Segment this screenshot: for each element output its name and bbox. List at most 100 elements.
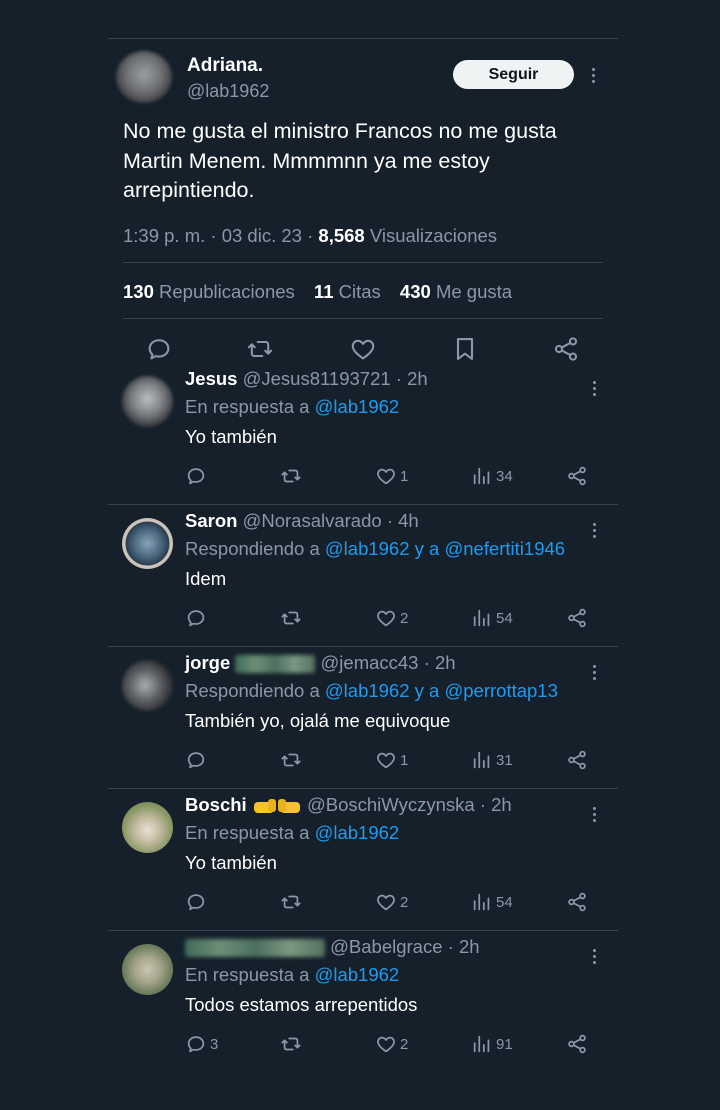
reply-age[interactable]: 2h <box>459 936 480 957</box>
reply-handle[interactable]: @BoschiWyczynska <box>307 794 475 815</box>
meta-separator: · <box>479 794 486 815</box>
follow-button[interactable]: Seguir <box>453 60 574 89</box>
avatar[interactable] <box>122 376 173 427</box>
avatar[interactable] <box>122 802 173 853</box>
views-action[interactable]: 31 <box>471 748 513 772</box>
reply-action[interactable] <box>185 464 210 488</box>
reply-handle[interactable]: @Jesus81193721 <box>243 368 391 389</box>
reply-action[interactable]: 3 <box>185 1032 218 1056</box>
likes-label: Me gusta <box>435 281 513 302</box>
reply-age[interactable]: 2h <box>435 652 456 673</box>
author-avatar[interactable] <box>116 51 172 103</box>
meta-separator: · <box>447 936 454 957</box>
reply-context-link[interactable]: @lab1962 y a @nefertiti1946 <box>325 538 565 559</box>
reply-context-link[interactable]: @lab1962 <box>315 822 400 843</box>
quotes-stat[interactable]: 11 Citas <box>314 281 381 302</box>
reply-display-name[interactable]: jorge <box>185 652 230 673</box>
reply-text: También yo, ojalá me equivoque <box>185 710 451 731</box>
reply-display-name[interactable]: Boschi <box>185 794 247 815</box>
reply-action-bar: 1 34 <box>185 464 605 488</box>
reply-display-name[interactable]: Saron <box>185 510 237 531</box>
share-action[interactable] <box>566 748 591 772</box>
like-count: 1 <box>400 467 409 485</box>
reply-icon <box>187 752 205 769</box>
more-options-icon[interactable] <box>586 662 602 684</box>
bookmark-icon[interactable] <box>451 335 479 363</box>
reply-action-bar: 2 54 <box>185 890 605 914</box>
more-options-icon[interactable] <box>586 946 602 968</box>
reply-icon[interactable] <box>145 335 173 363</box>
reply-age[interactable]: 2h <box>491 794 512 815</box>
reply-action[interactable] <box>185 890 210 914</box>
avatar[interactable] <box>122 518 173 569</box>
views-icon <box>473 893 490 911</box>
share-action[interactable] <box>566 890 591 914</box>
author-display-name[interactable]: Adriana. <box>187 55 263 77</box>
reply-text: Todos estamos arrepentidos <box>185 994 418 1015</box>
reply-count: 3 <box>210 1035 219 1053</box>
like-action[interactable]: 2 <box>375 606 408 630</box>
reposts-label: Republicaciones <box>159 281 295 302</box>
like-action[interactable]: 1 <box>375 464 408 488</box>
reply-display-name[interactable]: Jesus <box>185 368 237 389</box>
reply-action[interactable] <box>185 748 210 772</box>
like-icon[interactable] <box>349 335 377 363</box>
reply-action[interactable] <box>185 606 210 630</box>
share-icon <box>568 466 586 486</box>
repost-action[interactable] <box>280 1032 305 1056</box>
like-icon <box>377 894 395 911</box>
reply-context-link[interactable]: @lab1962 <box>315 396 400 417</box>
like-count: 2 <box>400 609 409 627</box>
redacted-name <box>185 939 325 958</box>
views-icon <box>473 467 490 485</box>
repost-action[interactable] <box>280 606 305 630</box>
reposts-count: 130 <box>123 281 154 302</box>
view-count: 91 <box>496 1035 513 1053</box>
reply-context: Respondiendo a @lab1962 y a @nefertiti19… <box>185 538 565 560</box>
share-action[interactable] <box>566 606 591 630</box>
repost-action[interactable] <box>280 748 305 772</box>
repost-icon[interactable] <box>246 335 274 363</box>
author-handle[interactable]: @lab1962 <box>187 81 269 102</box>
avatar[interactable] <box>122 660 173 711</box>
like-icon <box>377 1036 395 1053</box>
views-action[interactable]: 34 <box>471 464 513 488</box>
more-options-icon[interactable] <box>586 520 602 542</box>
views-action[interactable]: 54 <box>471 890 513 914</box>
repost-action[interactable] <box>280 464 305 488</box>
reply-header: Boschi @BoschiWyczynska · 2h <box>185 794 512 816</box>
reposts-stat[interactable]: 130 Republicaciones <box>123 281 295 302</box>
post-text: No me gusta el ministro Francos no me gu… <box>123 119 557 202</box>
reply-handle[interactable]: @Babelgrace <box>330 936 442 957</box>
like-icon <box>377 752 395 769</box>
more-options-icon[interactable] <box>586 804 602 826</box>
post-author[interactable]: Adriana. @lab1962 Seguir <box>108 51 618 105</box>
avatar[interactable] <box>122 944 173 995</box>
reply-context-link[interactable]: @lab1962 <box>315 964 400 985</box>
reply-context: En respuesta a @lab1962 <box>185 822 399 844</box>
likes-stat[interactable]: 430 Me gusta <box>400 281 512 302</box>
divider <box>123 318 603 319</box>
repost-icon <box>281 753 301 767</box>
views-icon <box>473 609 490 627</box>
post-time[interactable]: 1:39 p. m. <box>123 225 205 246</box>
share-icon[interactable] <box>552 335 580 363</box>
reply-context-link[interactable]: @lab1962 y a @perrottap13 <box>325 680 558 701</box>
views-action[interactable]: 54 <box>471 606 513 630</box>
reply-age[interactable]: 2h <box>407 368 428 389</box>
share-action[interactable] <box>566 1032 591 1056</box>
meta-separator: · <box>395 368 402 389</box>
share-action[interactable] <box>566 464 591 488</box>
reply-age[interactable]: 4h <box>398 510 419 531</box>
reply-handle[interactable]: @Norasalvarado <box>243 510 382 531</box>
like-action[interactable]: 2 <box>375 890 408 914</box>
repost-icon <box>281 1037 301 1051</box>
like-action[interactable]: 1 <box>375 748 408 772</box>
post-date[interactable]: 03 dic. 23 <box>222 225 302 246</box>
views-action[interactable]: 91 <box>471 1032 513 1056</box>
reply-handle[interactable]: @jemacc43 <box>321 652 419 673</box>
more-options-icon[interactable] <box>585 65 601 87</box>
repost-action[interactable] <box>280 890 305 914</box>
like-action[interactable]: 2 <box>375 1032 408 1056</box>
more-options-icon[interactable] <box>586 378 602 400</box>
